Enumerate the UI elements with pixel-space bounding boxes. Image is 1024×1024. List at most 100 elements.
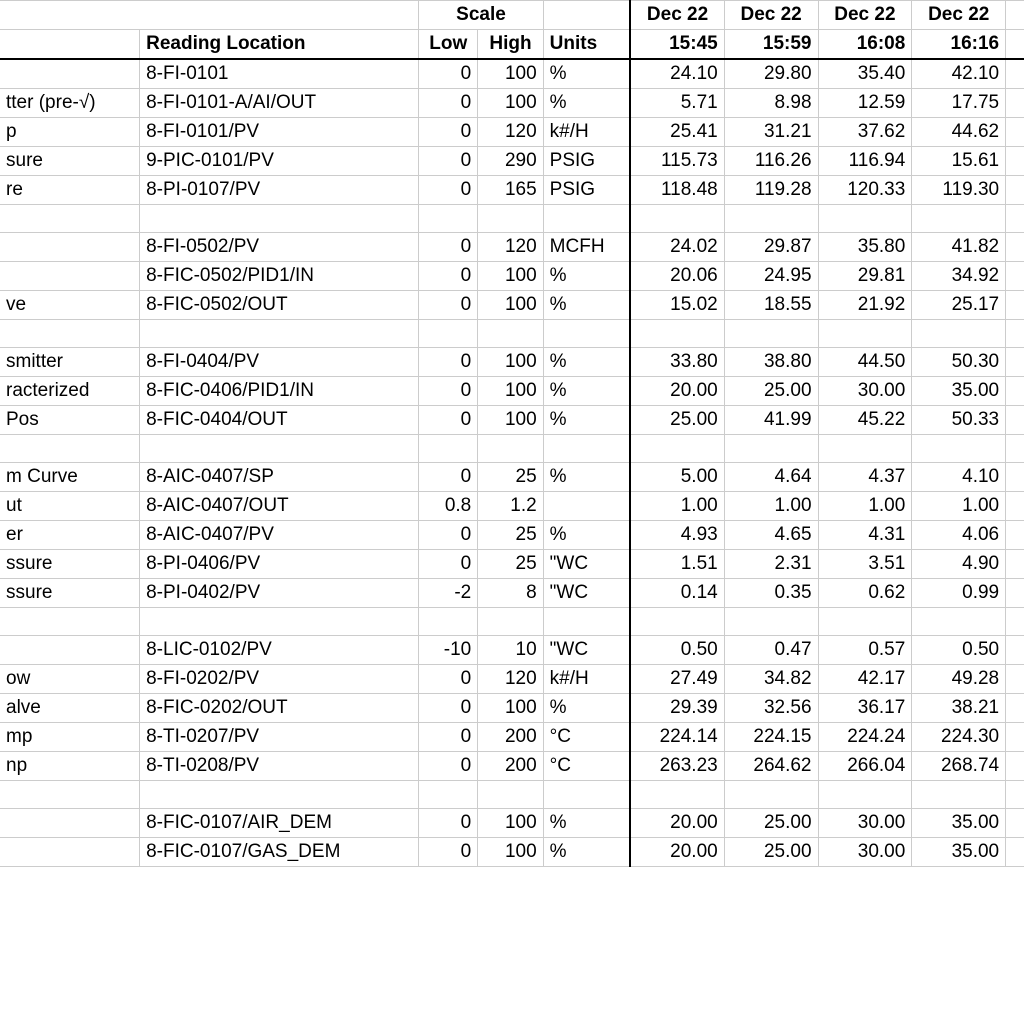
units-cell: k#/H <box>543 665 630 694</box>
desc-cell: ssure <box>0 579 140 608</box>
value-cell: 20.00 <box>630 809 724 838</box>
value-cell: 11 <box>1006 147 1024 176</box>
low-cell: 0 <box>419 550 478 579</box>
high-cell: 10 <box>478 636 543 665</box>
value-cell: 3.51 <box>818 550 912 579</box>
value-cell: 0.47 <box>724 636 818 665</box>
low-cell: 0.8 <box>419 492 478 521</box>
table-row: ve8-FIC-0502/OUT0100%15.0218.5521.9225.1… <box>0 291 1024 320</box>
value-cell: 25.00 <box>724 838 818 867</box>
value-cell: 29.80 <box>724 59 818 89</box>
units-cell: % <box>543 406 630 435</box>
value-cell: 1.51 <box>630 550 724 579</box>
low-cell: 0 <box>419 521 478 550</box>
value-cell <box>1006 579 1024 608</box>
low-cell: 0 <box>419 406 478 435</box>
units-cell: °C <box>543 752 630 781</box>
reading-location-cell: 8-PI-0402/PV <box>140 579 419 608</box>
value-cell: 224.15 <box>724 723 818 752</box>
value-cell: 38.80 <box>724 348 818 377</box>
low-cell: 0 <box>419 348 478 377</box>
units-cell: MCFH <box>543 233 630 262</box>
low-cell: 0 <box>419 233 478 262</box>
reading-location-cell: 8-FI-0101/PV <box>140 118 419 147</box>
units-cell: PSIG <box>543 147 630 176</box>
value-cell: 25.00 <box>630 406 724 435</box>
time-col-3: 16:16 <box>912 30 1006 60</box>
table-row: ssure8-PI-0402/PV-28"WC0.140.350.620.99 <box>0 579 1024 608</box>
value-cell: 120.33 <box>818 176 912 205</box>
low-cell: 0 <box>419 752 478 781</box>
reading-location-cell: 8-PI-0107/PV <box>140 176 419 205</box>
value-cell: 49.28 <box>912 665 1006 694</box>
value-cell: 119.30 <box>912 176 1006 205</box>
value-cell: 22 <box>1006 723 1024 752</box>
value-cell: 34.82 <box>724 665 818 694</box>
value-cell: 4.31 <box>818 521 912 550</box>
desc-cell: alve <box>0 694 140 723</box>
value-cell: 12.59 <box>818 89 912 118</box>
value-cell: 266.04 <box>818 752 912 781</box>
reading-location-cell: 8-FI-0502/PV <box>140 233 419 262</box>
value-cell: 17.75 <box>912 89 1006 118</box>
value-cell: 224.14 <box>630 723 724 752</box>
low-cell: 0 <box>419 176 478 205</box>
table-row <box>0 320 1024 348</box>
value-cell: 4.10 <box>912 463 1006 492</box>
desc-cell: smitter <box>0 348 140 377</box>
date-col-4: De <box>1006 1 1024 30</box>
low-cell: 0 <box>419 89 478 118</box>
reading-location-cell: 9-PIC-0101/PV <box>140 147 419 176</box>
value-cell: 15.61 <box>912 147 1006 176</box>
units-cell: % <box>543 377 630 406</box>
value-cell <box>1006 550 1024 579</box>
table-row <box>0 608 1024 636</box>
table-row: mp8-TI-0207/PV0200°C224.14224.15224.2422… <box>0 723 1024 752</box>
value-cell: 31.21 <box>724 118 818 147</box>
high-cell: 25 <box>478 550 543 579</box>
low-header: Low <box>419 30 478 60</box>
desc-cell: m Curve <box>0 463 140 492</box>
table-row: alve8-FIC-0202/OUT0100%29.3932.5636.1738… <box>0 694 1024 723</box>
high-cell: 200 <box>478 752 543 781</box>
units-cell: % <box>543 262 630 291</box>
reading-location-cell: 8-AIC-0407/PV <box>140 521 419 550</box>
reading-location-cell: 8-LIC-0102/PV <box>140 636 419 665</box>
units-cell: % <box>543 348 630 377</box>
desc-cell: p <box>0 118 140 147</box>
desc-cell <box>0 809 140 838</box>
table-row <box>0 781 1024 809</box>
value-cell <box>1006 521 1024 550</box>
value-cell: 0.57 <box>818 636 912 665</box>
value-cell: 0.14 <box>630 579 724 608</box>
table-row: p8-FI-0101/PV0120k#/H25.4131.2137.6244.6… <box>0 118 1024 147</box>
value-cell: 119.28 <box>724 176 818 205</box>
value-cell: 5 <box>1006 665 1024 694</box>
table-row: 8-FIC-0107/AIR_DEM0100%20.0025.0030.0035… <box>0 809 1024 838</box>
value-cell: 5 <box>1006 406 1024 435</box>
table-row: ow8-FI-0202/PV0120k#/H27.4934.8242.1749.… <box>0 665 1024 694</box>
reading-location-cell: 8-FI-0202/PV <box>140 665 419 694</box>
units-cell: % <box>543 291 630 320</box>
value-cell: 33.80 <box>630 348 724 377</box>
value-cell: 34.92 <box>912 262 1006 291</box>
value-cell: 45.22 <box>818 406 912 435</box>
date-col-1: Dec 22 <box>724 1 818 30</box>
value-cell: 30.00 <box>818 809 912 838</box>
value-cell: 1.00 <box>724 492 818 521</box>
desc-cell: ow <box>0 665 140 694</box>
reading-location-cell: 8-FI-0101 <box>140 59 419 89</box>
reading-location-cell: 8-FIC-0406/PID1/IN <box>140 377 419 406</box>
value-cell: 20.00 <box>630 377 724 406</box>
reading-location-cell: 8-FIC-0502/OUT <box>140 291 419 320</box>
units-cell: k#/H <box>543 118 630 147</box>
table-row: 8-FIC-0502/PID1/IN0100%20.0624.9529.8134… <box>0 262 1024 291</box>
desc-cell: tter (pre-√) <box>0 89 140 118</box>
desc-cell: Pos <box>0 406 140 435</box>
table-row <box>0 435 1024 463</box>
value-cell <box>1006 636 1024 665</box>
value-cell: 24.02 <box>630 233 724 262</box>
value-cell: 4 <box>1006 838 1024 867</box>
reading-location-cell: 8-FI-0404/PV <box>140 348 419 377</box>
table-row: 8-FI-01010100%24.1029.8035.4042.104 <box>0 59 1024 89</box>
